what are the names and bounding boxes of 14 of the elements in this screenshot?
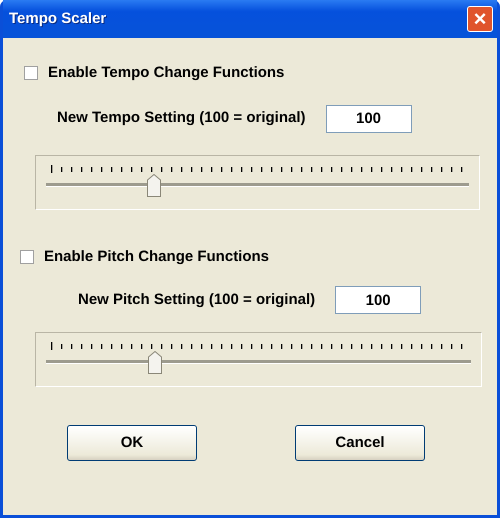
setting-label: New Tempo Setting (100 = original) bbox=[57, 108, 306, 128]
setting-label: New Pitch Setting (100 = original) bbox=[78, 290, 316, 310]
input-field[interactable]: 100 bbox=[335, 286, 422, 314]
close-button[interactable]: × bbox=[467, 6, 493, 32]
checkbox-label: Enable Tempo Change Functions bbox=[48, 63, 284, 83]
checkbox[interactable] bbox=[24, 66, 38, 80]
input-field[interactable]: 100 bbox=[326, 104, 412, 132]
slider-thumb[interactable] bbox=[147, 174, 162, 196]
window-title: Tempo Scaler bbox=[9, 8, 106, 29]
slider-thumb[interactable] bbox=[148, 351, 162, 374]
checkbox[interactable] bbox=[20, 250, 34, 264]
ok-button[interactable]: OK bbox=[67, 425, 197, 461]
cancel-button[interactable]: Cancel bbox=[295, 425, 425, 461]
checkbox-label: Enable Pitch Change Functions bbox=[44, 246, 270, 266]
